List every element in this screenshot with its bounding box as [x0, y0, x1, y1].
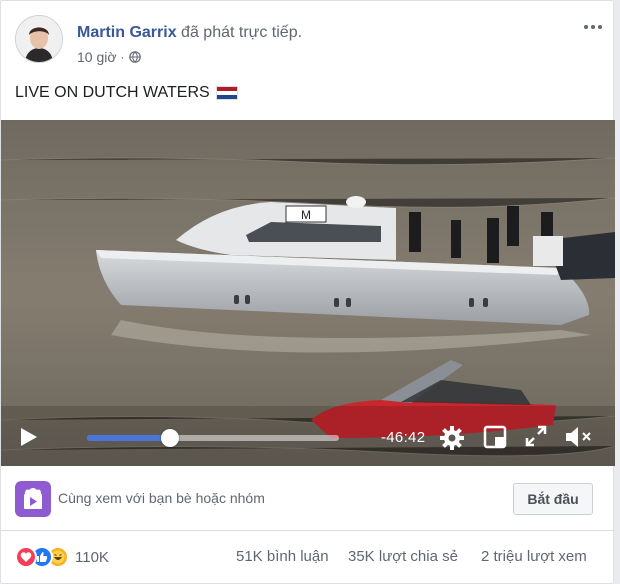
- fullscreen-icon[interactable]: [525, 425, 547, 447]
- watch-party-icon: [15, 481, 51, 517]
- separator-dot: ·: [120, 50, 125, 64]
- remaining-time: -46:42: [381, 429, 426, 446]
- volume-muted-icon[interactable]: [564, 425, 594, 449]
- boat-logo: M: [301, 208, 311, 222]
- progress-knob[interactable]: [161, 429, 180, 447]
- watch-party-bar: Cùng xem với bạn bè hoặc nhóm Bắt đầu: [1, 467, 615, 531]
- start-watch-party-button[interactable]: Bắt đầu: [513, 483, 593, 515]
- reactions-summary[interactable]: 110K: [15, 546, 109, 568]
- watch-party-text: Cùng xem với bạn bè hoặc nhóm: [58, 490, 265, 506]
- more-options-icon[interactable]: [581, 17, 605, 37]
- post-stats: 110K 51K bình luận 35K lượt chia sẻ 2 tr…: [1, 537, 615, 575]
- post-message: LIVE ON DUTCH WATERS: [15, 84, 210, 101]
- play-icon[interactable]: [19, 426, 39, 448]
- author-line: Martin Garrix đã phát trực tiếp.: [77, 24, 302, 42]
- post-text: LIVE ON DUTCH WATERS: [15, 84, 238, 102]
- video-player[interactable]: M -46:42: [1, 120, 615, 466]
- views-count[interactable]: 2 triệu lượt xem: [481, 548, 587, 565]
- progress-fill: [87, 435, 171, 441]
- video-controls: -46:42: [1, 408, 615, 466]
- shares-count[interactable]: 35K lượt chia sẻ: [348, 548, 458, 565]
- love-reaction-icon: [15, 546, 37, 568]
- post-meta: 10 giờ ·: [77, 49, 141, 65]
- comments-count[interactable]: 51K bình luận: [236, 548, 329, 565]
- globe-icon[interactable]: [128, 51, 141, 63]
- author-avatar[interactable]: [15, 15, 63, 63]
- post-header: Martin Garrix đã phát trực tiếp. 10 giờ …: [15, 15, 605, 67]
- reactions-count: 110K: [75, 548, 109, 566]
- progress-bar[interactable]: [87, 429, 339, 447]
- watch-layout-icon[interactable]: [483, 425, 507, 449]
- netherlands-flag-icon: [215, 86, 238, 100]
- live-post-card: Martin Garrix đã phát trực tiếp. 10 giờ …: [0, 0, 615, 584]
- settings-gear-icon[interactable]: [439, 425, 465, 451]
- author-name[interactable]: Martin Garrix: [77, 24, 177, 41]
- post-action: đã phát trực tiếp.: [181, 24, 303, 41]
- post-time[interactable]: 10 giờ: [77, 49, 117, 65]
